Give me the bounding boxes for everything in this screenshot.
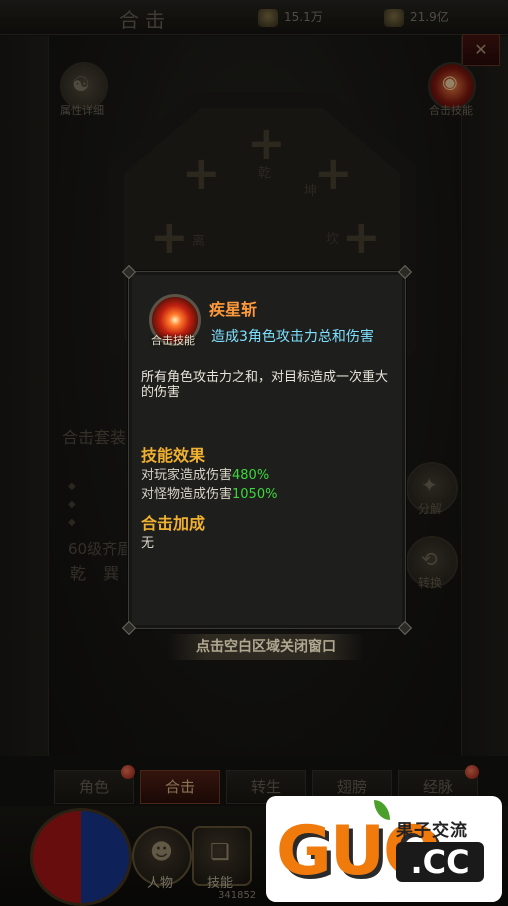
watermark-brand: GUO (276, 812, 441, 891)
skill-popup: 合击技能 疾星斩 造成3角色攻击力总和伤害 所有角色攻击力之和，对目标造成一次重… (121, 264, 413, 636)
effect-label: 对玩家造成伤害 (141, 468, 233, 483)
effect-label: 对怪物造成伤害 (141, 487, 233, 502)
skill-description: 所有角色攻击力之和，对目标造成一次重大的伤害 (141, 370, 389, 400)
effect-title: 技能效果 (141, 446, 206, 465)
skill-name: 疾星斩 (209, 300, 258, 319)
bonus-title: 合击加成 (141, 514, 206, 533)
effect-line-player: 对玩家造成伤害480% (141, 464, 269, 483)
watermark-cn-text: 果子交流 (396, 821, 468, 841)
skill-icon-label: 合击技能 (151, 334, 195, 347)
effect-value: 480% (232, 468, 270, 483)
effect-line-monster: 对怪物造成伤害1050% (141, 483, 277, 502)
watermark-domain: .CC (396, 842, 484, 882)
effect-value: 1050% (232, 487, 278, 502)
watermark-logo: GUO GUO 果子交流 .CC (266, 796, 502, 902)
bonus-value: 无 (141, 536, 155, 551)
close-hint: 点击空白区域关闭窗口 (168, 634, 364, 660)
skill-short-desc: 造成3角色攻击力总和伤害 (211, 329, 374, 345)
